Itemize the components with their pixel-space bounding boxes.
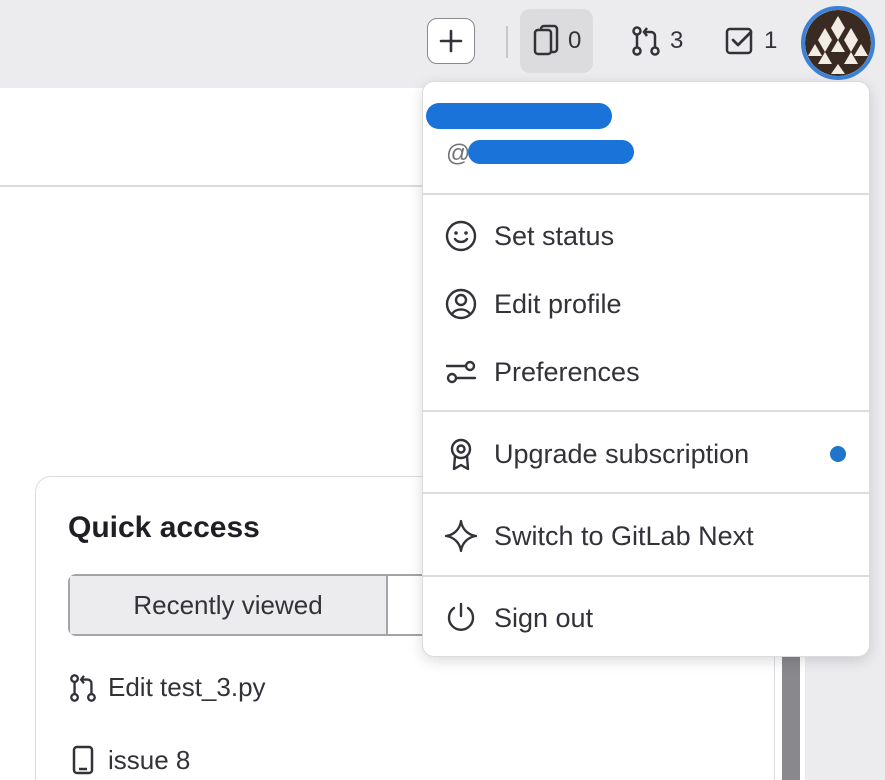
- quick-access-title: Quick access: [68, 511, 260, 544]
- topbar-divider: [506, 26, 508, 58]
- merge-request-icon: [70, 673, 96, 702]
- menu-item-upgrade-subscription[interactable]: Upgrade subscription: [444, 434, 854, 474]
- todo-check-icon: [725, 27, 753, 55]
- merge-requests-count: 3: [670, 27, 684, 54]
- user-name-redaction: [426, 103, 612, 129]
- sparkle-icon: [444, 519, 478, 553]
- user-circle-icon: [444, 287, 478, 321]
- handle-prefix: @: [446, 140, 471, 167]
- menu-item-edit-profile[interactable]: Edit profile: [444, 284, 854, 324]
- issue-icon: [72, 745, 94, 775]
- menu-item-label: Preferences: [494, 356, 640, 387]
- menu-divider: [423, 410, 869, 412]
- award-ribbon-icon: [444, 437, 478, 471]
- user-handle: @: [446, 140, 470, 168]
- power-icon: [444, 601, 478, 635]
- issues-icon: [533, 24, 559, 56]
- menu-item-label: Sign out: [494, 602, 594, 633]
- todos-counter[interactable]: 1: [712, 9, 789, 73]
- list-item[interactable]: Edit test_3.py: [68, 672, 266, 703]
- todos-count: 1: [764, 27, 778, 54]
- notification-dot: [830, 446, 846, 462]
- menu-item-label: Upgrade subscription: [494, 438, 750, 469]
- list-item-label: Edit test_3.py: [108, 672, 266, 702]
- content-divider: [0, 185, 430, 187]
- menu-divider: [423, 492, 869, 494]
- user-avatar[interactable]: [801, 6, 875, 80]
- menu-item-label: Set status: [494, 220, 615, 251]
- issues-counter[interactable]: 0: [520, 9, 594, 73]
- menu-item-switch-gitlab-next[interactable]: Switch to GitLab Next: [444, 516, 854, 556]
- preferences-sliders-icon: [444, 355, 478, 389]
- menu-item-preferences[interactable]: Preferences: [444, 352, 854, 392]
- smiley-icon: [444, 219, 478, 253]
- merge-requests-counter[interactable]: 3: [618, 9, 695, 73]
- user-handle-redaction: [468, 140, 634, 164]
- menu-item-label: Edit profile: [494, 288, 622, 319]
- menu-divider: [423, 193, 869, 195]
- issues-count: 0: [568, 27, 582, 54]
- avatar-pattern-icon: [805, 10, 871, 76]
- scrollbar-thumb[interactable]: [782, 656, 800, 780]
- list-item-label: issue 8: [108, 744, 191, 775]
- merge-request-icon: [632, 26, 660, 56]
- menu-item-label: Switch to GitLab Next: [494, 520, 754, 551]
- menu-item-sign-out[interactable]: Sign out: [444, 598, 854, 638]
- menu-divider: [423, 575, 869, 577]
- tab-recently-viewed[interactable]: Recently viewed: [70, 576, 388, 634]
- menu-item-set-status[interactable]: Set status: [444, 216, 854, 256]
- create-new-button[interactable]: [427, 18, 475, 64]
- plus-icon: [439, 29, 463, 53]
- list-item[interactable]: issue 8: [68, 744, 190, 776]
